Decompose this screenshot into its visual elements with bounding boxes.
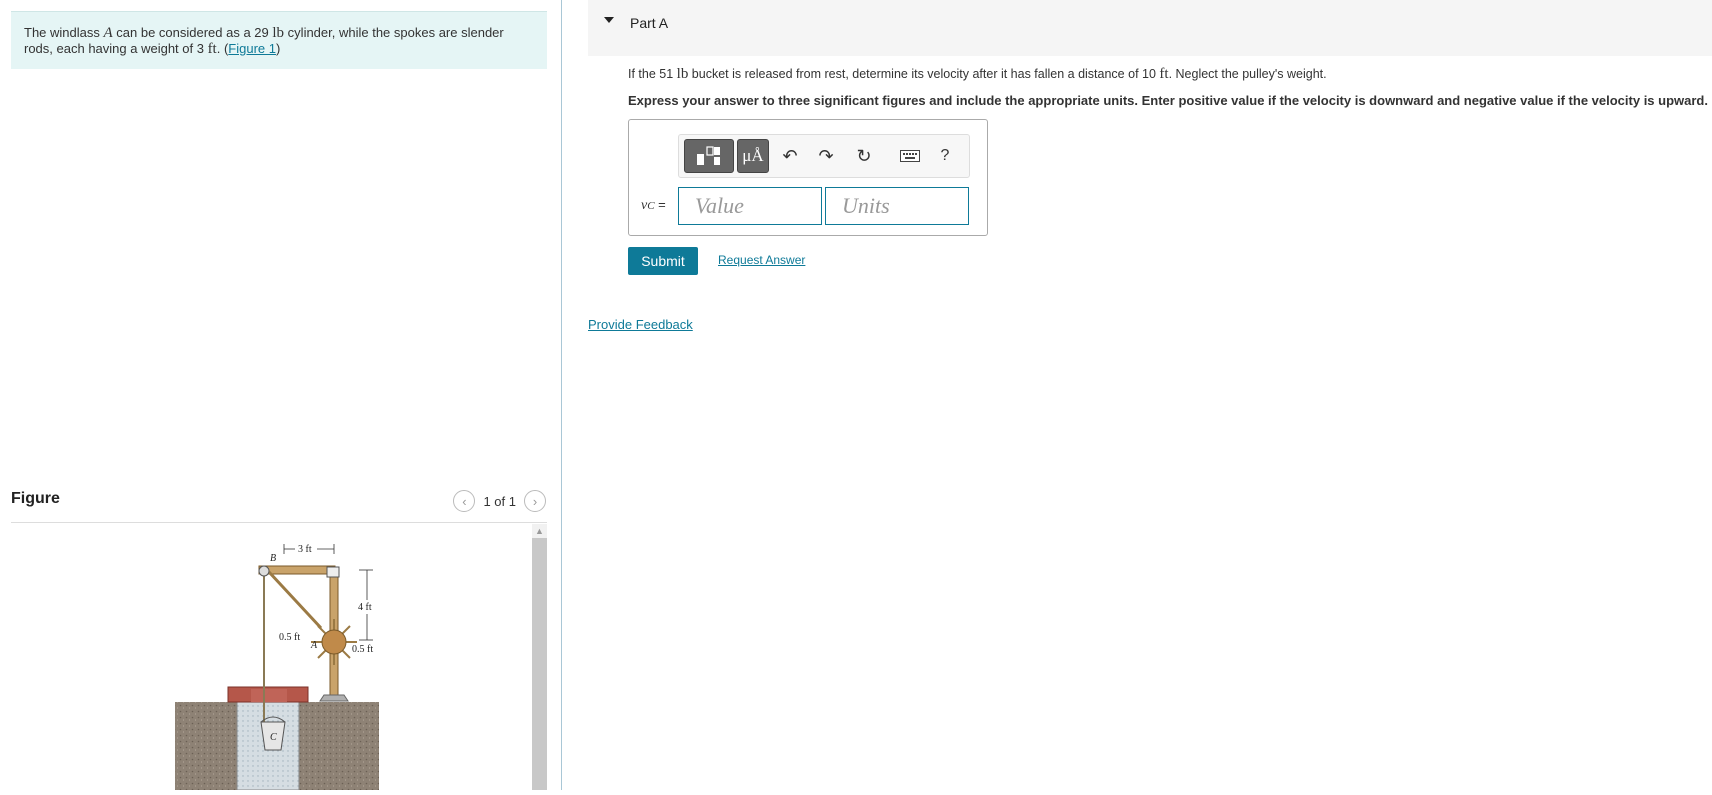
label-a: A <box>310 640 318 651</box>
redo-icon[interactable]: ↷ <box>812 139 840 173</box>
page-indicator: 1 of 1 <box>483 493 516 509</box>
figure-divider <box>11 522 547 523</box>
pulley-b <box>258 565 270 577</box>
problem-text: The windlass <box>24 25 104 40</box>
problem-text: can be considered as a 29 <box>112 25 273 40</box>
keyboard-icon[interactable] <box>898 139 922 173</box>
post-base <box>319 694 349 702</box>
dimension-lines <box>283 544 373 641</box>
figure-scrollbar[interactable]: ▲ <box>532 524 547 790</box>
variable-subscript: C <box>647 200 655 212</box>
request-answer-link[interactable]: Request Answer <box>718 253 805 267</box>
label-4ft: 4 ft <box>358 602 372 613</box>
problem-var-a: A <box>103 25 113 41</box>
problem-text: ) <box>276 41 281 56</box>
question-unit-lb: lb <box>676 66 689 82</box>
provide-feedback-link[interactable]: Provide Feedback <box>588 317 693 332</box>
equals-sign: = <box>654 197 666 212</box>
scroll-up-icon[interactable]: ▲ <box>532 524 547 538</box>
question-segment: bucket is released from rest, determine … <box>688 67 1160 81</box>
value-input[interactable]: Value <box>678 187 822 225</box>
chevron-right-icon[interactable]: › <box>524 490 546 512</box>
label-3ft: 3 ft <box>298 544 312 555</box>
label-05ft-right: 0.5 ft <box>352 644 373 655</box>
question-text: If the 51 lb bucket is released from res… <box>628 66 1327 83</box>
figure-heading: Figure <box>11 490 60 507</box>
part-title: Part A <box>630 15 669 31</box>
label-05ft-left: 0.5 ft <box>279 632 300 643</box>
problem-unit-lb: lb <box>272 25 285 41</box>
templates-icon[interactable] <box>684 139 734 173</box>
scroll-thumb[interactable] <box>532 538 547 790</box>
figure-link[interactable]: Figure 1 <box>228 41 276 56</box>
instructions: Express your answer to three significant… <box>628 93 1708 108</box>
variable-label: vC = <box>641 197 666 214</box>
keyboard-glyph <box>900 150 920 162</box>
figure-image: 3 ft B 4 ft 0.5 ft A 0.5 ft C <box>11 524 531 791</box>
panel-divider <box>561 0 562 790</box>
templates-glyph <box>697 146 720 165</box>
brace <box>267 570 323 630</box>
part-header[interactable]: Part A <box>588 0 1712 56</box>
label-c: C <box>270 732 277 743</box>
math-toolbar: μÅ ↶ ↷ ↻ ? <box>678 134 970 178</box>
help-button[interactable]: ? <box>933 139 957 173</box>
question-unit-ft: ft <box>1159 66 1169 82</box>
problem-text: . ( <box>216 41 229 56</box>
undo-icon[interactable]: ↶ <box>776 139 804 173</box>
submit-button[interactable]: Submit <box>628 247 698 275</box>
well-wall-inner <box>251 689 287 702</box>
units-button[interactable]: μÅ <box>737 139 769 173</box>
left-panel: The windlass A can be considered as a 29… <box>0 0 560 791</box>
chevron-left-icon[interactable]: ‹ <box>453 490 476 512</box>
label-b: B <box>270 553 276 564</box>
collapse-caret-icon[interactable] <box>604 17 614 23</box>
windlass-a <box>321 629 347 655</box>
question-segment: If the 51 <box>628 67 677 81</box>
top-bracket <box>326 566 340 578</box>
question-segment: . Neglect the pulley's weight. <box>1168 67 1327 81</box>
figure-pager: ‹ 1 of 1 › <box>453 490 546 512</box>
windlass-diagram: 3 ft B 4 ft 0.5 ft A 0.5 ft C <box>175 544 379 791</box>
problem-statement: The windlass A can be considered as a 29… <box>11 11 547 69</box>
reset-icon[interactable]: ↻ <box>850 139 878 173</box>
units-input[interactable]: Units <box>825 187 969 225</box>
problem-unit-ft: ft <box>207 41 217 57</box>
